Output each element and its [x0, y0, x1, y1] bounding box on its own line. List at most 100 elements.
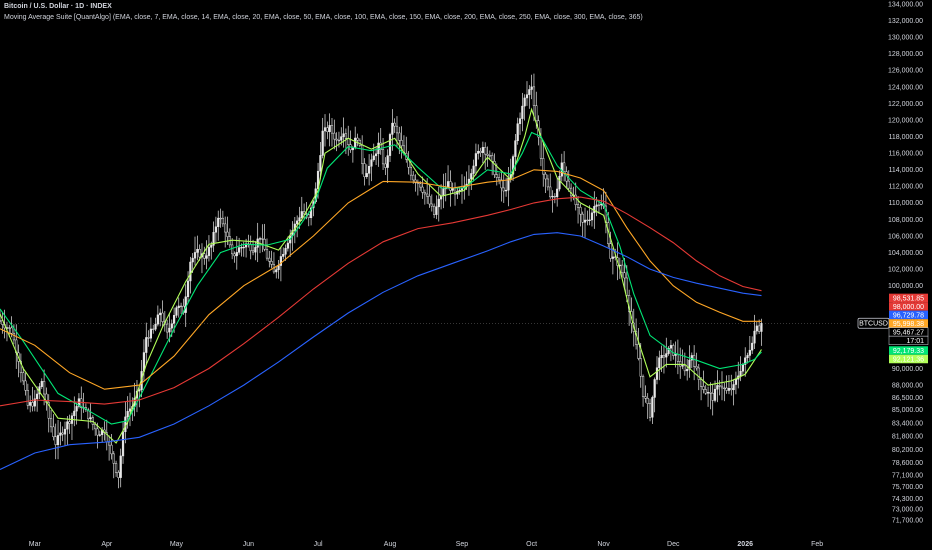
candle-body — [532, 86, 536, 106]
y-axis-tick-label: 112,000.00 — [888, 184, 923, 191]
candle-body — [233, 253, 236, 257]
candle-body — [730, 388, 733, 391]
candle-body — [323, 127, 327, 132]
candle-body — [307, 214, 310, 219]
y-axis-tick-label: 75,700.00 — [892, 484, 923, 491]
candle-body — [193, 252, 197, 259]
candle-body — [623, 272, 626, 279]
candle-body — [734, 379, 738, 385]
candle-body — [474, 153, 478, 167]
candle-body — [758, 325, 761, 332]
candle-body — [391, 122, 394, 135]
candle-body — [611, 256, 614, 259]
candle-body — [63, 428, 67, 435]
candle-body — [251, 250, 255, 253]
candle-body — [400, 140, 403, 147]
x-axis-label: Feb — [811, 541, 823, 548]
indicator-legend[interactable]: Moving Average Suite [QuantAlgo] (EMA, c… — [4, 14, 643, 21]
candle-body — [22, 372, 25, 382]
candle-body — [235, 252, 238, 257]
candle-body — [741, 364, 744, 372]
candle-body — [746, 355, 749, 359]
candle-body — [221, 217, 224, 225]
candle-body — [270, 261, 273, 265]
candle-body — [679, 361, 682, 367]
last-value-label: 95,467.27 — [893, 329, 924, 336]
candle-body — [558, 175, 561, 190]
candle-body — [709, 392, 712, 394]
y-axis-tick-label: 83,400.00 — [892, 420, 923, 427]
candle-body — [335, 138, 338, 141]
last-value-label: 95,998.38 — [893, 321, 924, 328]
candle-body — [214, 226, 218, 233]
candle-body — [170, 323, 173, 329]
candle-body — [258, 238, 262, 240]
candle-body — [189, 261, 192, 282]
candle-body — [484, 147, 487, 155]
candle-body — [36, 393, 39, 400]
candle-body — [713, 388, 717, 401]
candle-body — [528, 89, 531, 95]
candle-body — [695, 366, 698, 369]
candle-body — [646, 397, 649, 404]
candle-body — [126, 411, 129, 418]
candle-body — [284, 248, 287, 255]
candle-body — [128, 408, 132, 412]
candle-body — [518, 118, 522, 124]
candle-body — [147, 337, 150, 339]
candle-body — [732, 384, 735, 391]
candle-body — [300, 211, 303, 218]
candle-body — [31, 402, 34, 407]
candle-body — [356, 137, 359, 141]
candle-body — [43, 381, 46, 395]
last-value-label: 98,531.85 — [893, 295, 924, 302]
candle-body — [168, 327, 171, 333]
x-axis-label: Oct — [526, 541, 537, 548]
candle-body — [224, 223, 227, 233]
last-value-label: 92,121.36 — [893, 356, 924, 363]
candle-body — [676, 354, 679, 362]
candle-body — [542, 158, 545, 175]
candle-body — [423, 192, 426, 195]
candle-body — [720, 385, 724, 389]
candle-body — [388, 134, 392, 156]
candle-body — [374, 153, 378, 157]
candle-body — [159, 312, 162, 316]
candle-body — [398, 132, 401, 141]
candle-body — [240, 247, 243, 249]
candle-body — [641, 376, 645, 397]
candle-body — [54, 436, 57, 446]
candle-body — [662, 355, 666, 358]
price-chart[interactable]: 134,000.00 132,000.00 130,000.00 128,000.00… — [0, 0, 932, 550]
candle-body — [655, 367, 659, 380]
candle-body — [597, 204, 601, 206]
candle-body — [395, 125, 399, 134]
candle-body — [449, 181, 452, 191]
candle-body — [161, 312, 164, 322]
candle-body — [546, 178, 549, 188]
candle-body — [451, 187, 454, 191]
candle-body — [330, 125, 334, 134]
candle-body — [539, 136, 543, 159]
candle-body — [8, 327, 11, 329]
candle-body — [29, 402, 32, 406]
chart-title: Bitcoin / U.S. Dollar · 1D · INDEX — [4, 3, 112, 10]
candle-body — [112, 453, 115, 464]
candle-body — [340, 136, 343, 141]
y-axis-tick-label: 126,000.00 — [888, 68, 923, 75]
candle-body — [586, 219, 589, 222]
candle-body — [207, 247, 211, 256]
candle-body — [549, 186, 552, 198]
candle-body — [625, 277, 628, 296]
candle-body — [644, 396, 647, 399]
candle-body — [760, 322, 763, 332]
candle-body — [433, 205, 436, 215]
candle-body — [386, 155, 389, 168]
candle-body — [156, 314, 159, 325]
y-axis-tick-label: 80,200.00 — [892, 447, 923, 454]
last-value-label: 17:01 — [906, 338, 924, 345]
x-axis-label: Apr — [101, 541, 113, 548]
x-axis-label: Aug — [384, 541, 397, 548]
candle-body — [149, 328, 152, 339]
candle-body — [166, 323, 169, 333]
